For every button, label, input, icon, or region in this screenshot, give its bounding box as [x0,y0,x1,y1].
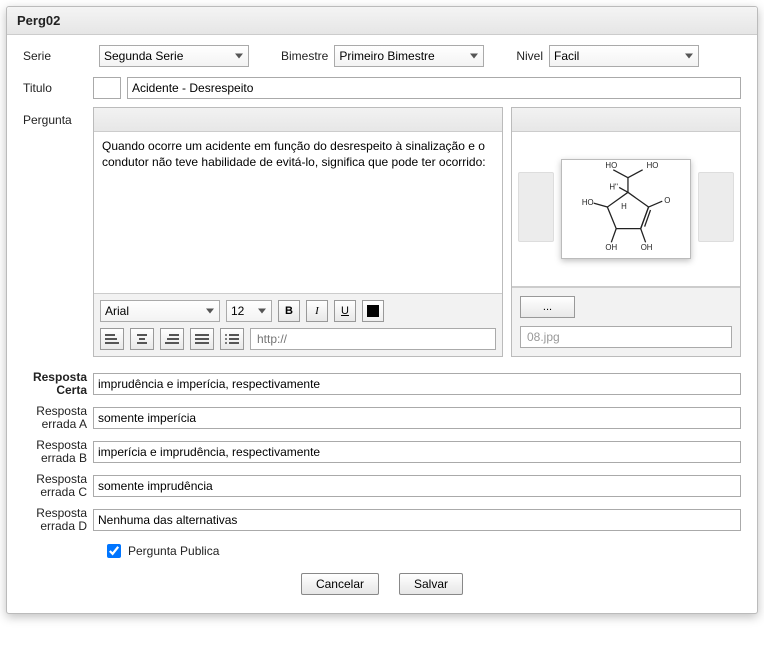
form-window: Perg02 Serie Segunda Serie Bimestre Prim… [6,6,758,614]
color-swatch-icon [367,305,379,317]
underline-button[interactable]: U [334,300,356,322]
bold-button[interactable]: B [278,300,300,322]
bullet-list-button[interactable] [220,328,244,350]
image-thumbnail: HO HO O OH OH HO H'' H [561,159,691,259]
thumb-bg-left [518,172,554,242]
question-editor-panel: Quando ocorre um acidente em função do d… [93,107,503,357]
fontsize-select[interactable]: 12 [226,300,272,322]
image-preview: HO HO O OH OH HO H'' H [512,132,740,287]
molecule-icon: HO HO O OH OH HO H'' H [562,160,690,258]
url-input[interactable] [250,328,496,350]
label-resposta-c: Respostaerrada C [23,473,93,499]
publica-checkbox[interactable] [107,544,121,558]
editor-toolbar: Arial 12 B I U [94,293,502,356]
svg-text:OH: OH [641,243,653,252]
question-textarea[interactable]: Quando ocorre um acidente em função do d… [94,132,502,293]
bullet-list-icon [225,333,239,345]
label-resposta-certa: RespostaCerta [23,371,93,397]
image-panel: HO HO O OH OH HO H'' H [511,107,741,357]
align-right-button[interactable] [160,328,184,350]
font-select[interactable]: Arial [100,300,220,322]
label-pergunta: Pergunta [23,107,93,127]
label-titulo: Titulo [23,81,93,95]
text-color-button[interactable] [362,300,384,322]
align-center-icon [135,333,149,345]
titulo-number-box[interactable] [93,77,121,99]
svg-text:HO: HO [647,161,659,170]
svg-text:H'': H'' [609,182,618,191]
italic-button[interactable]: I [306,300,328,322]
browse-image-button[interactable]: ... [520,296,575,318]
serie-select[interactable]: Segunda Serie [99,45,249,67]
resposta-b-input[interactable] [93,441,741,463]
resposta-d-input[interactable] [93,509,741,531]
label-bimestre: Bimestre [281,49,328,63]
align-right-icon [165,333,179,345]
editor-tabbar [94,108,502,132]
nivel-select[interactable]: Facil [549,45,699,67]
image-filename-input[interactable] [520,326,732,348]
image-tabbar [512,108,740,132]
thumb-bg-right [698,172,734,242]
align-left-icon [105,333,119,345]
label-nivel: Nivel [516,49,543,63]
resposta-a-input[interactable] [93,407,741,429]
label-resposta-a: Respostaerrada A [23,405,93,431]
svg-text:O: O [664,196,670,205]
align-justify-button[interactable] [190,328,214,350]
titulo-input[interactable] [127,77,741,99]
window-title: Perg02 [7,7,757,35]
save-button[interactable]: Salvar [399,573,463,595]
resposta-c-input[interactable] [93,475,741,497]
svg-text:OH: OH [605,243,617,252]
label-resposta-d: Respostaerrada D [23,507,93,533]
align-center-button[interactable] [130,328,154,350]
align-justify-icon [195,333,209,345]
svg-text:HO: HO [605,161,617,170]
align-left-button[interactable] [100,328,124,350]
bimestre-select[interactable]: Primeiro Bimestre [334,45,484,67]
svg-text:HO: HO [582,198,594,207]
label-publica: Pergunta Publica [128,544,219,558]
cancel-button[interactable]: Cancelar [301,573,379,595]
label-serie: Serie [23,49,93,63]
label-resposta-b: Respostaerrada B [23,439,93,465]
svg-text:H: H [621,202,627,211]
resposta-certa-input[interactable] [93,373,741,395]
